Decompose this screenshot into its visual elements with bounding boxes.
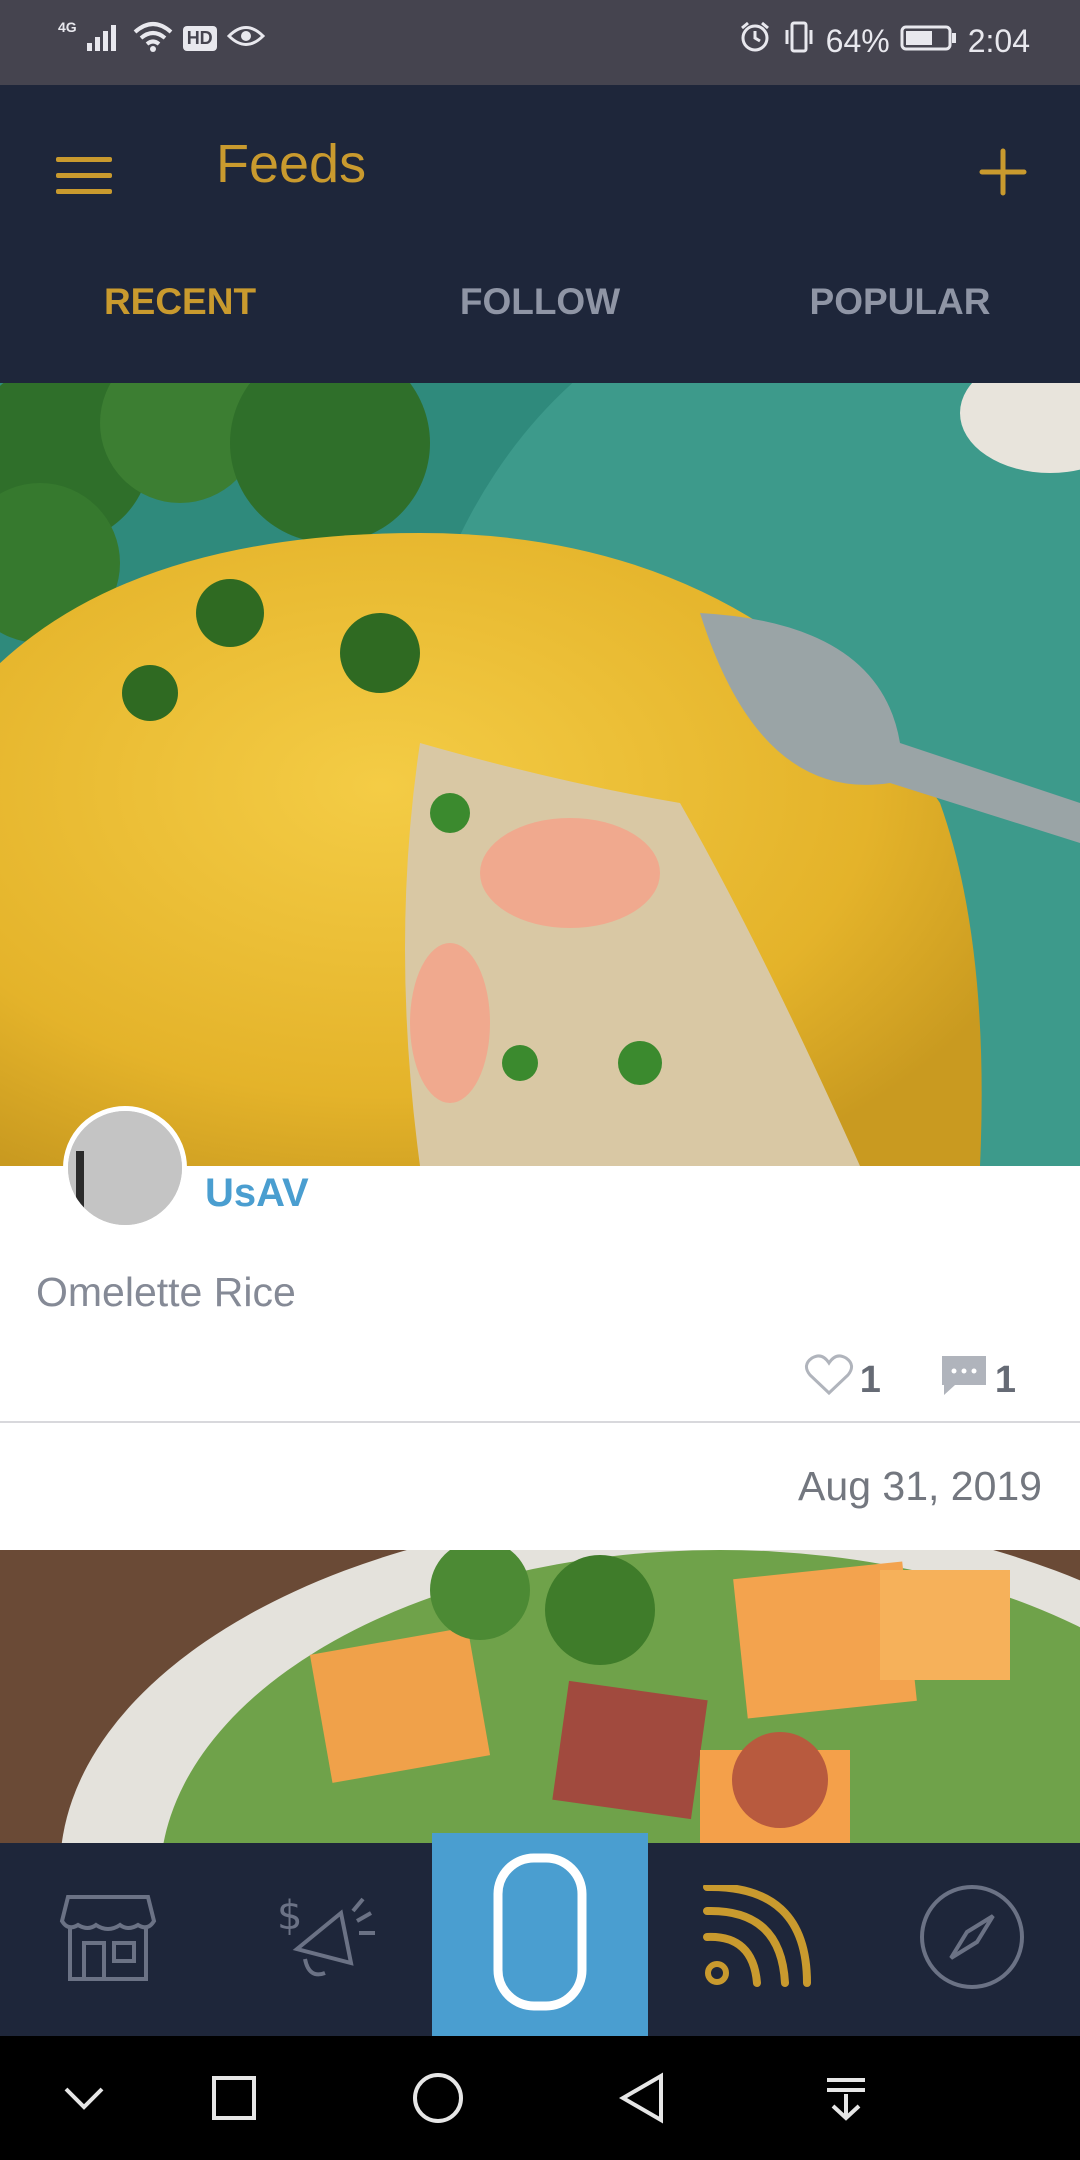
bottom-nav: $: [0, 1833, 1080, 2036]
compass-icon[interactable]: [917, 1882, 1027, 1997]
signal-icon: [86, 21, 123, 56]
battery-percent: 64%: [825, 22, 890, 59]
svg-text:$: $: [277, 1893, 302, 1939]
chevron-down-icon[interactable]: [24, 2036, 144, 2160]
post-date: Aug 31, 2019: [798, 1463, 1042, 1509]
post-stats: 1 1: [804, 1353, 1016, 1407]
notification-pull-down-icon[interactable]: [786, 2036, 906, 2160]
clock-time: 2:04: [967, 22, 1030, 59]
post-title[interactable]: Omelette Rice: [36, 1269, 296, 1316]
nav-discover[interactable]: [884, 1843, 1060, 2036]
home-circle-icon[interactable]: [378, 2036, 498, 2160]
comment-count: 1: [994, 1358, 1016, 1401]
recent-apps-square-icon[interactable]: [174, 2036, 294, 2160]
app-header: Feeds RECENT FOLLOW POPULAR: [0, 85, 1080, 383]
wifi-icon: [133, 20, 173, 57]
nav-feed[interactable]: [668, 1843, 844, 2036]
phone-icon[interactable]: [492, 1852, 588, 2017]
alarm-icon: [738, 20, 772, 62]
vibrate-icon: [782, 20, 816, 62]
status-left-icons: 4G HD: [58, 18, 265, 57]
system-nav-bar: [0, 2036, 1080, 2160]
like-stat[interactable]: 1: [804, 1353, 881, 1407]
tab-popular[interactable]: POPULAR: [720, 273, 1080, 383]
status-right-icons: 64% 2:04: [738, 20, 1030, 62]
like-count: 1: [859, 1358, 881, 1401]
eye-icon: [226, 23, 265, 54]
plus-icon[interactable]: [968, 137, 1038, 207]
feed-list[interactable]: UsAV Omelette Rice 1 1 Aug 31, 2019: [0, 383, 1080, 1843]
nav-promotion[interactable]: $: [236, 1843, 412, 2036]
store-icon[interactable]: [58, 1889, 158, 1990]
network-type: 4G: [58, 18, 77, 35]
tab-follow[interactable]: FOLLOW: [360, 273, 720, 383]
nav-store[interactable]: [20, 1843, 196, 2036]
hd-badge: HD: [182, 26, 217, 51]
feed-tabs: RECENT FOLLOW POPULAR: [0, 273, 1080, 383]
feed-rss-icon[interactable]: [701, 1882, 811, 1994]
promotion-megaphone-icon[interactable]: $: [269, 1889, 379, 1990]
heart-icon[interactable]: [804, 1353, 854, 1407]
post-divider: [0, 1421, 1080, 1423]
status-bar: 4G HD 64% 2:04: [0, 0, 1080, 85]
battery-icon: [900, 23, 958, 60]
page-title: Feeds: [216, 134, 367, 194]
nav-center[interactable]: [432, 1833, 648, 2036]
post-photo[interactable]: [0, 383, 1080, 1166]
hamburger-menu-icon[interactable]: [50, 145, 120, 205]
comment-stat[interactable]: 1: [939, 1353, 1016, 1407]
comment-icon[interactable]: [939, 1353, 989, 1407]
tab-recent[interactable]: RECENT: [0, 273, 360, 383]
avatar[interactable]: [63, 1106, 187, 1230]
next-post-photo[interactable]: [0, 1550, 1080, 1843]
back-triangle-icon[interactable]: [582, 2036, 702, 2160]
post-username[interactable]: UsAV: [205, 1171, 309, 1216]
